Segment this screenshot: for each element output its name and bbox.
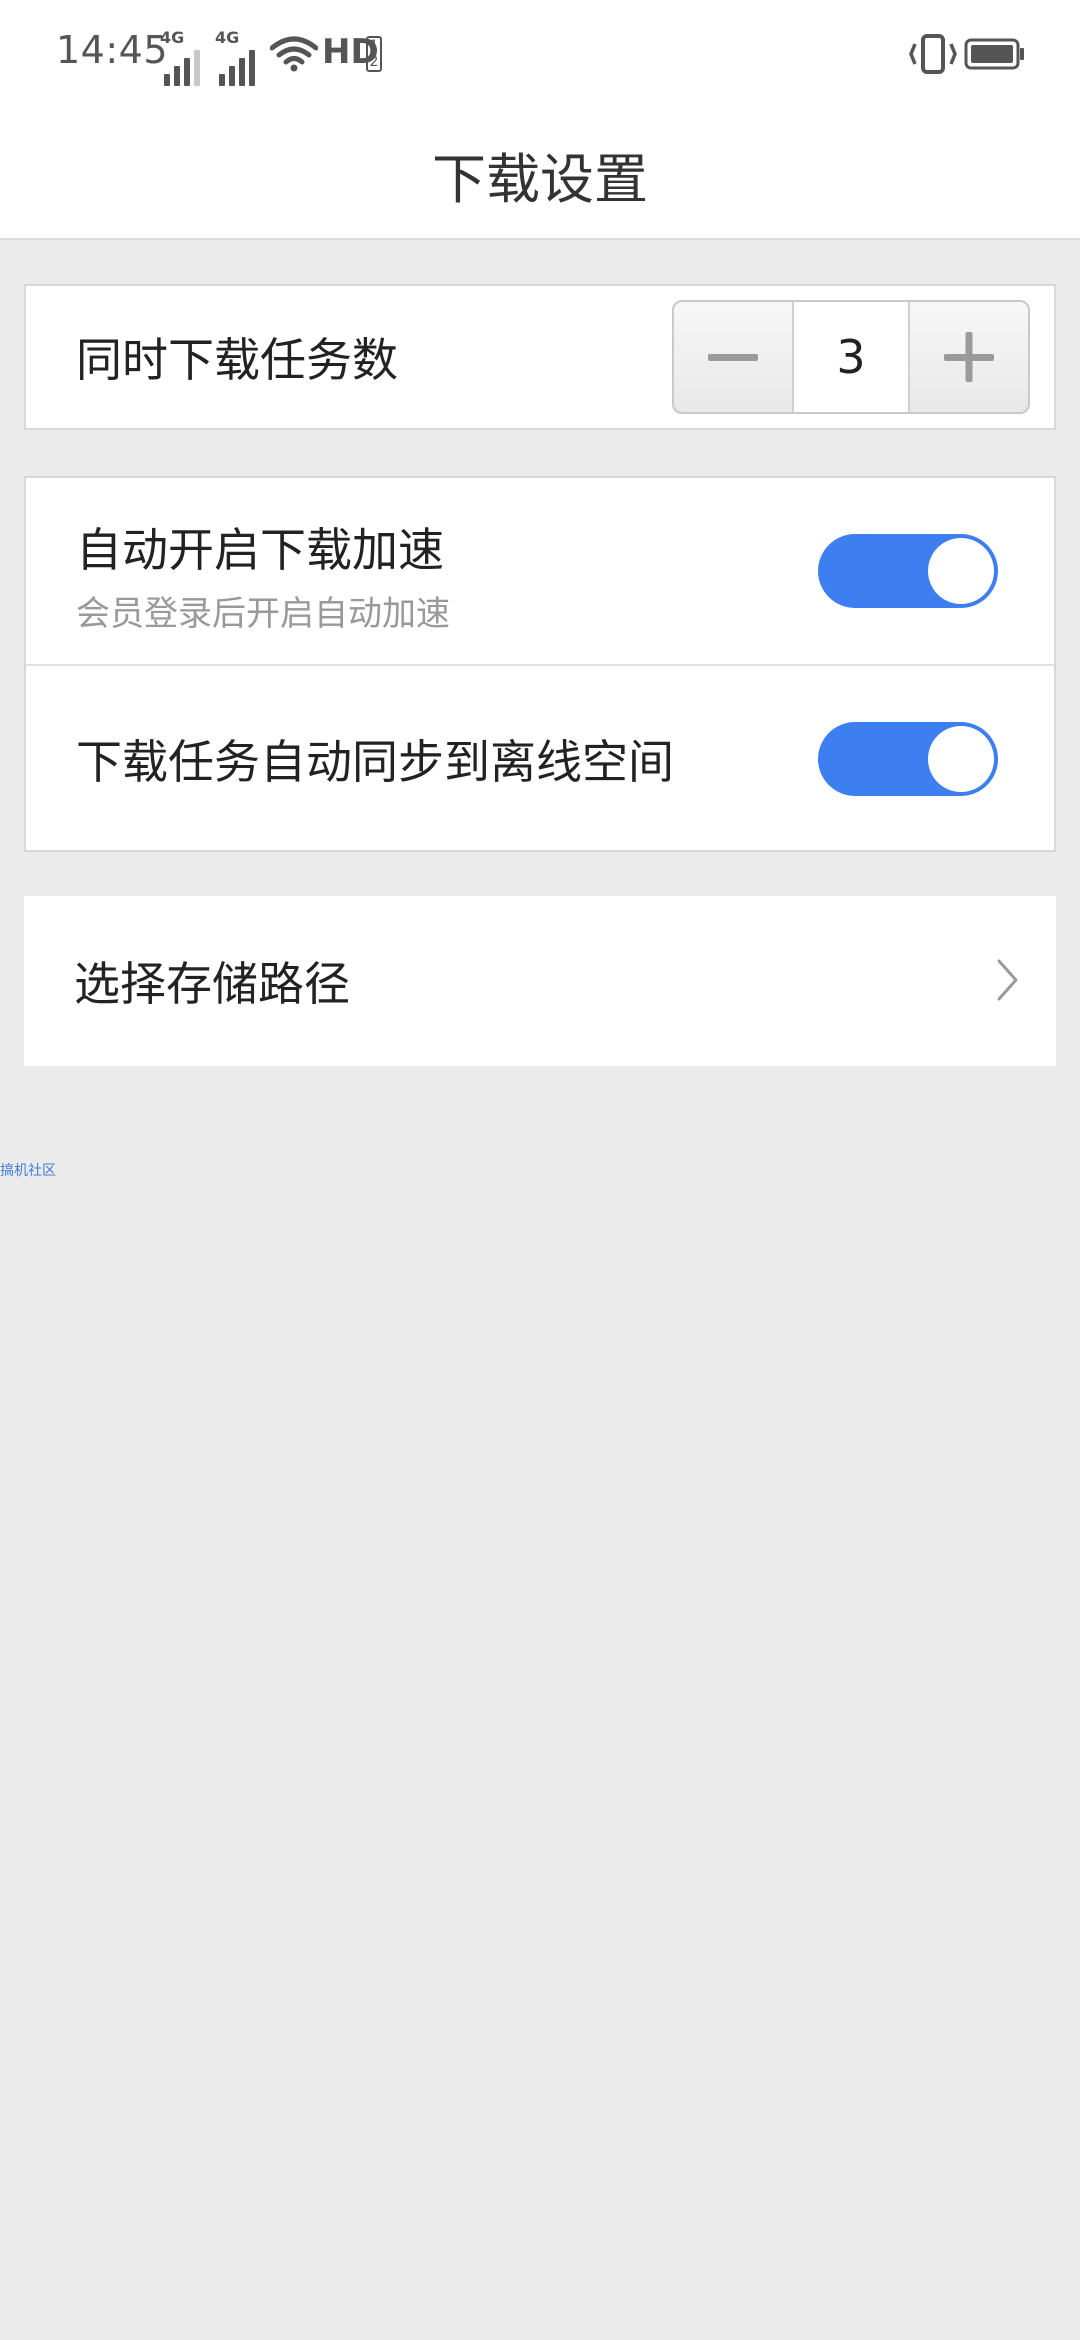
status-bar: 14:45 4G 4G HD 1 2 [0,0,1080,110]
storage-path-label: 选择存储路径 [74,957,350,1011]
plus-icon [944,332,994,382]
concurrent-tasks-label: 同时下载任务数 [76,333,398,387]
accelerate-toggle[interactable] [818,534,998,608]
sync-toggle[interactable] [818,722,998,796]
increment-button[interactable] [910,302,1028,412]
storage-path-row[interactable]: 选择存储路径 [24,896,1056,1066]
signal-icon: 4G [215,28,255,86]
accelerate-row: 自动开启下载加速 会员登录后开启自动加速 [26,478,1054,664]
toggle-knob [928,726,994,792]
wifi-icon [270,36,318,72]
status-time: 14:45 [56,28,169,72]
concurrent-tasks-row: 同时下载任务数 3 [26,286,1054,428]
concurrent-tasks-card: 同时下载任务数 3 [24,284,1056,430]
accelerate-label: 自动开启下载加速 [76,522,444,577]
hd-sim-indicator: 1 2 [366,36,382,72]
task-count-value: 3 [792,302,910,412]
storage-path-card[interactable]: 选择存储路径 [24,896,1056,1066]
quantity-stepper: 3 [672,300,1030,414]
vibrate-icon [909,34,957,74]
accelerate-sublabel: 会员登录后开启自动加速 [76,593,450,634]
sync-row: 下载任务自动同步到离线空间 [26,666,1054,852]
battery-icon [964,38,1024,70]
toggles-card: 自动开启下载加速 会员登录后开启自动加速 下载任务自动同步到离线空间 [24,476,1056,852]
chevron-right-icon [997,959,1018,1001]
decrement-button[interactable] [674,302,792,412]
title-bar: 下载设置 [0,110,1080,240]
minus-icon [708,354,758,361]
signal-icon: 4G [160,28,200,86]
page-title: 下载设置 [432,147,648,211]
watermark: 搞机社区 [0,1163,56,1179]
sync-label: 下载任务自动同步到离线空间 [76,735,674,789]
toggle-knob [928,538,994,604]
